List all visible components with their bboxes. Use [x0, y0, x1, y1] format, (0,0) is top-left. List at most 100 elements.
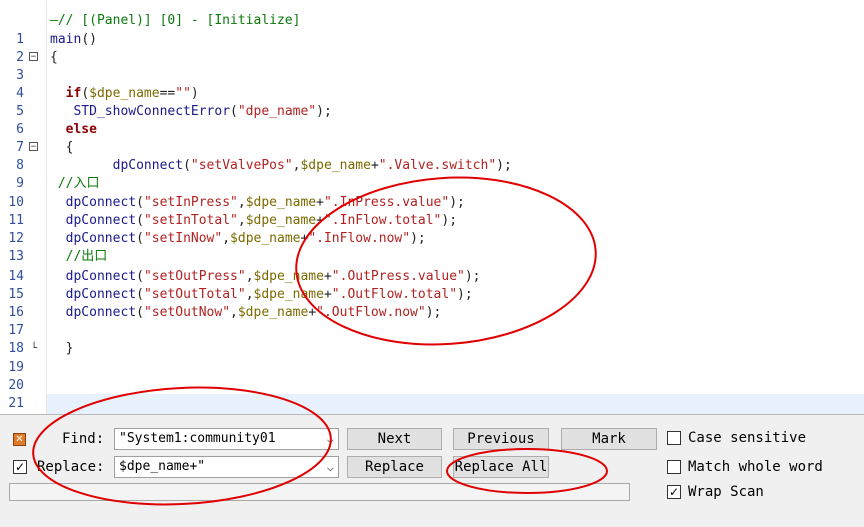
close-icon[interactable]: ✕: [13, 433, 26, 446]
replace-all-button[interactable]: Replace All: [453, 456, 549, 478]
code-token: ".InFlow.now": [308, 231, 411, 246]
code-token: dpConnect: [65, 287, 137, 302]
line-number: 13: [8, 249, 24, 264]
line-number: 12: [8, 231, 24, 246]
code-token: ".Valve.switch": [378, 158, 497, 173]
code-token: $dpe_name: [300, 158, 371, 173]
line-number: 10: [8, 195, 24, 210]
chevron-down-icon[interactable]: ⌵: [327, 429, 334, 449]
code-token: }: [50, 341, 74, 356]
line-number: 14: [8, 269, 24, 284]
code-token: "dpe_name": [237, 104, 317, 119]
code-token: +: [308, 305, 317, 320]
code-line[interactable]: 7− {: [0, 139, 864, 157]
code-token: (): [81, 32, 97, 47]
code-text: {: [50, 49, 58, 67]
code-text: //入口: [50, 175, 100, 193]
wrap-scan-checkbox[interactable]: ✓: [667, 485, 681, 499]
code-token: +: [323, 287, 332, 302]
code-token: $dpe_name: [237, 305, 309, 320]
code-token: );: [425, 305, 442, 320]
code-token: );: [316, 104, 332, 119]
chevron-down-icon[interactable]: ⌵: [327, 457, 334, 477]
status-bar: [9, 483, 630, 501]
code-token: //出口: [50, 249, 108, 264]
case-sensitive-checkbox[interactable]: [667, 431, 681, 445]
replace-input[interactable]: $dpe_name+" ⌵: [114, 456, 339, 478]
code-line[interactable]: 5 STD_showConnectError("dpe_name");: [0, 103, 864, 121]
find-input[interactable]: "System1:community01 ⌵: [114, 428, 339, 450]
code-line[interactable]: 10 dpConnect("setInPress",$dpe_name+".In…: [0, 194, 864, 212]
code-token: dpConnect: [112, 158, 184, 173]
code-line[interactable]: 1 main(): [0, 31, 864, 49]
code-token: {: [50, 50, 58, 65]
code-text: dpConnect("setInNow",$dpe_name+".InFlow.…: [50, 230, 426, 248]
code-token: dpConnect: [65, 231, 137, 246]
previous-button[interactable]: Previous: [453, 428, 549, 450]
fold-toggle-icon[interactable]: −: [29, 142, 38, 152]
case-sensitive-label: Case sensitive: [688, 430, 807, 446]
code-token: —// [(Panel)] [0] - [Initialize]: [50, 13, 301, 28]
code-token: "setInPress": [143, 195, 238, 210]
code-token: (: [136, 213, 144, 228]
code-text: {: [50, 139, 74, 157]
mark-button[interactable]: Mark: [561, 428, 657, 450]
code-line[interactable]: 12 dpConnect("setInNow",$dpe_name+".InFl…: [0, 230, 864, 248]
code-token: STD_showConnectError: [73, 104, 231, 119]
code-line[interactable]: 2− {: [0, 49, 864, 67]
code-text: dpConnect("setInTotal",$dpe_name+".InFlo…: [50, 212, 457, 230]
code-line[interactable]: 9 //入口: [0, 175, 864, 193]
code-line[interactable]: 16 dpConnect("setOutNow",$dpe_name+".Out…: [0, 304, 864, 322]
code-editor[interactable]: —// [(Panel)] [0] - [Initialize] 1 main() 2…: [0, 0, 864, 415]
code-token: ".InPress.value": [323, 195, 450, 210]
code-token: );: [410, 231, 426, 246]
code-line[interactable]: 19: [0, 359, 864, 377]
code-line[interactable]: 21: [0, 395, 864, 413]
code-line[interactable]: 20: [0, 377, 864, 395]
code-token: (: [230, 104, 238, 119]
code-line[interactable]: 15 dpConnect("setOutTotal",$dpe_name+".O…: [0, 286, 864, 304]
code-line[interactable]: —// [(Panel)] [0] - [Initialize]: [0, 12, 864, 30]
find-replace-bar: ✕ Find: "System1:community01 ⌵ ✓ Replace…: [0, 415, 864, 527]
code-token: {: [50, 140, 74, 155]
code-line[interactable]: 6 else: [0, 121, 864, 139]
code-line[interactable]: 18 └ }: [0, 340, 864, 358]
replace-checkbox[interactable]: ✓: [13, 460, 27, 474]
code-token: +: [323, 269, 332, 284]
code-text: dpConnect("setValvePos",$dpe_name+".Valv…: [50, 157, 512, 175]
code-line[interactable]: 17: [0, 322, 864, 340]
code-text: }: [50, 340, 74, 358]
code-text: main(): [50, 31, 97, 49]
code-token: );: [457, 287, 473, 302]
code-line[interactable]: 14 dpConnect("setOutPress",$dpe_name+".O…: [0, 268, 864, 286]
match-whole-word-checkbox[interactable]: [667, 460, 681, 474]
code-token: ): [190, 86, 199, 101]
code-line[interactable]: 11 dpConnect("setInTotal",$dpe_name+".In…: [0, 212, 864, 230]
code-line[interactable]: 8 dpConnect("setValvePos",$dpe_name+".Va…: [0, 157, 864, 175]
code-token: );: [441, 213, 458, 228]
code-token: (: [136, 305, 144, 320]
code-token: $dpe_name: [245, 195, 317, 210]
code-text: //出口: [50, 248, 108, 266]
replace-button[interactable]: Replace: [347, 456, 442, 478]
code-token: dpConnect: [65, 305, 137, 320]
line-number: 5: [16, 104, 24, 119]
fold-toggle-icon[interactable]: −: [29, 52, 38, 62]
code-token: (: [136, 195, 144, 210]
code-token: );: [464, 269, 481, 284]
code-token: dpConnect: [65, 195, 137, 210]
code-token: (: [136, 269, 144, 284]
next-button[interactable]: Next: [347, 428, 442, 450]
code-token: (: [183, 158, 191, 173]
line-number: 7: [16, 140, 24, 155]
code-token: if: [65, 86, 82, 101]
code-line[interactable]: 3: [0, 67, 864, 85]
code-line[interactable]: 4 if($dpe_name==""): [0, 85, 864, 103]
code-line[interactable]: 13 //出口: [0, 248, 864, 266]
